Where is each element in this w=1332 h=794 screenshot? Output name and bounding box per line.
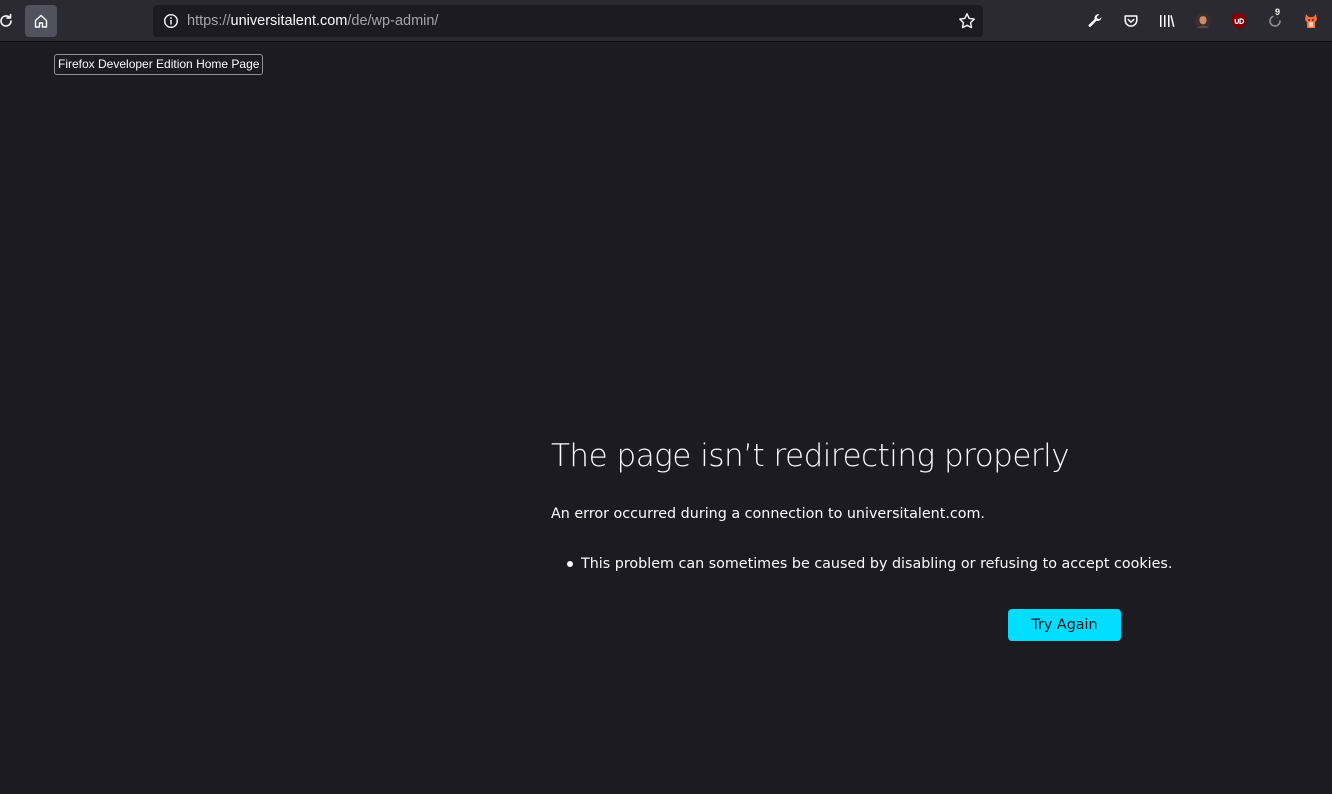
ublock-origin-button[interactable] [1229,11,1249,31]
pocket-icon [1124,15,1138,27]
info-icon [163,13,179,29]
fox-extension-button[interactable] [1301,11,1321,31]
reload-button[interactable] [0,6,20,36]
account-avatar-icon [1195,13,1211,29]
site-info-button[interactable] [161,11,181,31]
url-host: universitalent.com [230,13,348,29]
error-description: An error occurred during a connection to… [551,506,985,522]
error-suggestion-item: This problem can sometimes be caused by … [567,554,1172,574]
bullet-dot-icon [567,561,573,567]
url-bar[interactable]: https://universitalent.com/de/wp-admin/ [153,5,983,37]
error-suggestion-text: This problem can sometimes be caused by … [581,556,1173,572]
star-icon [959,13,975,29]
home-button[interactable] [25,5,57,37]
try-again-button[interactable]: Try Again [1008,609,1121,641]
home-button-tooltip: Firefox Developer Edition Home Page [54,54,264,75]
account-button[interactable] [1193,11,1213,31]
url-scheme: https:// [187,13,231,29]
error-title: The page isn’t redirecting properly [551,438,1070,474]
ublock-origin-icon [1232,13,1246,29]
pocket-button[interactable] [1121,11,1141,31]
wrench-icon [1088,14,1102,27]
sync-badge: 9 [1273,7,1283,17]
bookmark-button[interactable] [957,11,977,31]
error-suggestion-list: This problem can sometimes be caused by … [567,554,1172,574]
url-path: /de/wp-admin/ [347,13,439,29]
reload-icon [0,13,12,27]
library-button[interactable] [1157,11,1177,31]
fox-extension-icon [1305,14,1317,28]
developer-tools-button[interactable] [1085,11,1105,31]
url-text[interactable]: https://universitalent.com/de/wp-admin/ [187,12,438,30]
library-icon [1160,15,1175,27]
home-icon [34,14,48,28]
browser-toolbar: https://universitalent.com/de/wp-admin/ [0,0,1332,42]
